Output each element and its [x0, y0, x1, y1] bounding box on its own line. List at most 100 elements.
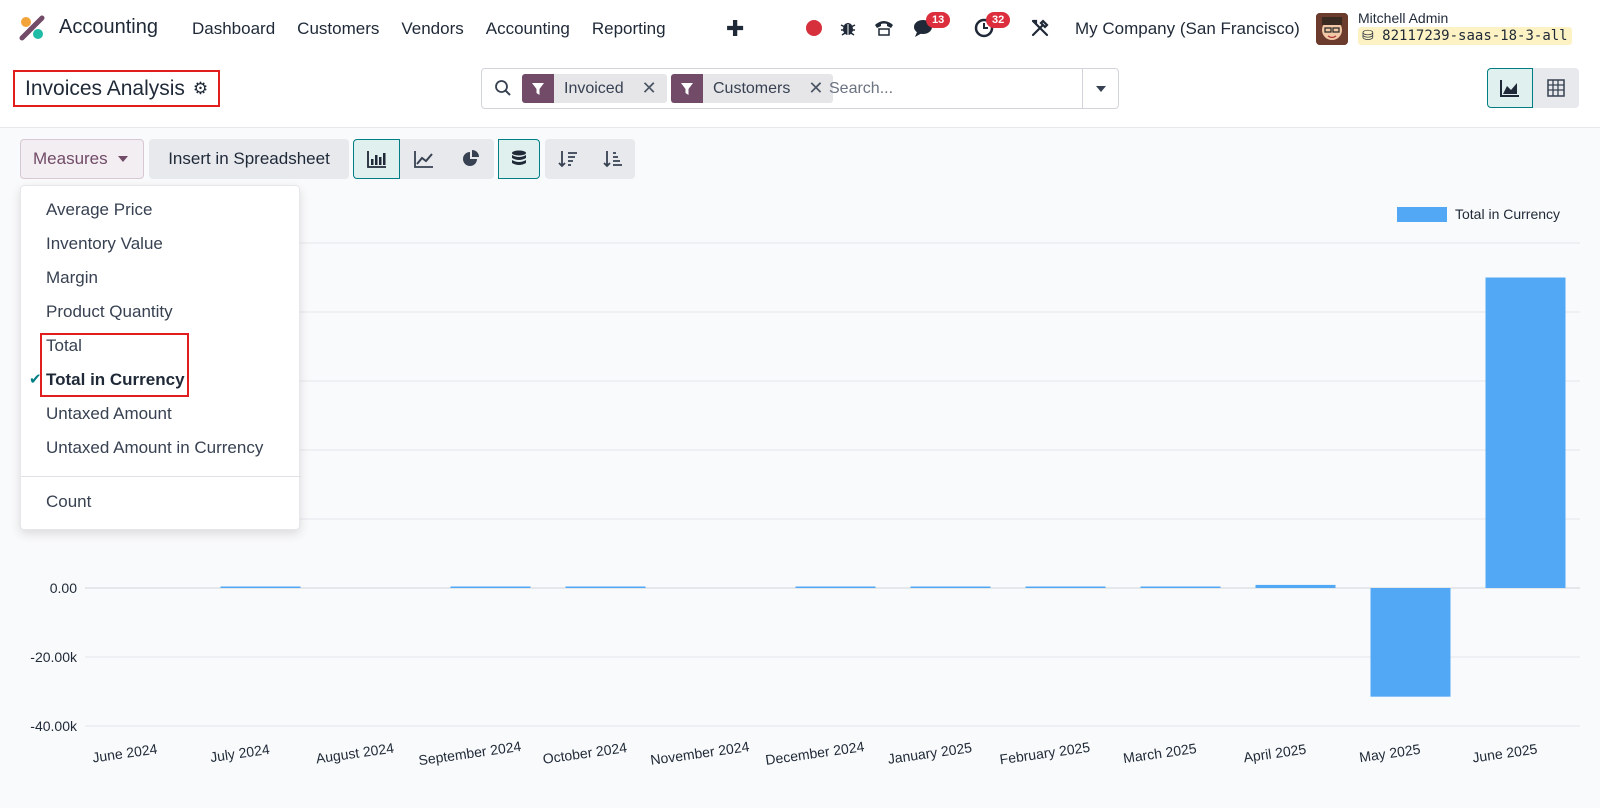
database-icon: ⛁: [1362, 28, 1374, 44]
database-name: ⛁ 82117239-saas-18-3-all: [1358, 27, 1572, 45]
search-options-toggle[interactable]: [1082, 69, 1118, 108]
filter-icon: [522, 74, 554, 103]
menu-customers[interactable]: Customers: [297, 19, 379, 39]
x-tick-label: November 2024: [649, 738, 750, 768]
user-name[interactable]: Mitchell Admin: [1358, 10, 1448, 26]
app-name[interactable]: Accounting: [59, 16, 158, 39]
measure-margin[interactable]: Margin: [21, 262, 301, 294]
x-tick-label: April 2025: [1242, 741, 1307, 766]
pie-chart-icon: [462, 150, 479, 166]
bar-chart-icon: [366, 151, 386, 168]
search-facet-invoiced: Invoiced ✕: [522, 74, 667, 103]
bar: [1025, 586, 1106, 588]
debug-bug-icon[interactable]: [834, 14, 862, 42]
y-tick-label: 0.00: [50, 580, 77, 596]
main-menu: Dashboard Customers Vendors Accounting R…: [192, 19, 688, 39]
measure-label: Untaxed Amount in Currency: [46, 438, 264, 457]
page-title-container: Invoices Analysis ⚙: [13, 70, 221, 107]
menu-dashboard[interactable]: Dashboard: [192, 19, 275, 39]
measure-untaxed-amount-in-currency[interactable]: Untaxed Amount in Currency: [21, 432, 301, 464]
insert-spreadsheet-button[interactable]: Insert in Spreadsheet: [149, 139, 349, 179]
pie-chart-button[interactable]: [447, 139, 494, 179]
plus-icon[interactable]: ✚: [726, 16, 744, 42]
measure-product-quantity[interactable]: Product Quantity: [21, 296, 301, 328]
caret-down-icon: [117, 156, 128, 162]
search-input[interactable]: [829, 77, 1069, 101]
remove-facet-icon[interactable]: ✕: [808, 78, 823, 99]
bar: [1255, 584, 1336, 588]
measure-inventory-value[interactable]: Inventory Value: [21, 228, 301, 260]
facet-label: Invoiced: [564, 79, 624, 97]
measure-label: Average Price: [46, 200, 153, 219]
graph-view-button[interactable]: [1487, 68, 1533, 108]
x-tick-label: October 2024: [542, 739, 628, 767]
x-tick-label: August 2024: [315, 740, 395, 767]
x-tick-label: January 2025: [887, 739, 973, 767]
activities-clock-icon[interactable]: 32: [970, 12, 1011, 42]
stacked-button[interactable]: [498, 139, 540, 179]
measure-untaxed-amount[interactable]: Untaxed Amount: [21, 398, 301, 430]
x-tick-label: May 2025: [1358, 741, 1421, 765]
pivot-view-button[interactable]: [1533, 68, 1579, 108]
caret-down-icon: [1095, 85, 1106, 92]
legend-swatch: [1397, 207, 1447, 222]
phone-icon[interactable]: [870, 14, 898, 42]
measures-button[interactable]: Measures: [20, 139, 144, 179]
chart-type-group: [353, 139, 494, 179]
activities-badge: 32: [986, 12, 1011, 28]
x-tick-label: June 2024: [91, 741, 158, 766]
x-tick-label: July 2024: [209, 741, 271, 765]
sort-ascending-icon: [602, 151, 622, 168]
remove-facet-icon[interactable]: ✕: [642, 78, 657, 99]
measure-average-price[interactable]: Average Price: [21, 194, 301, 226]
filter-icon: [671, 74, 703, 103]
x-tick-label: June 2025: [1471, 741, 1538, 766]
bar: [565, 586, 646, 588]
measure-label: Margin: [46, 268, 98, 287]
gear-icon[interactable]: ⚙: [193, 79, 208, 99]
y-tick-label: -20.00k: [30, 649, 78, 665]
line-chart-button[interactable]: [400, 139, 447, 179]
page-title: Invoices Analysis: [25, 76, 185, 100]
sort-descending-button[interactable]: [545, 139, 590, 179]
database-name-text: 82117239-saas-18-3-all: [1382, 28, 1568, 44]
x-tick-label: December 2024: [764, 738, 865, 768]
bar: [1370, 588, 1451, 697]
bar-chart-button[interactable]: [353, 139, 400, 179]
settings-tools-icon[interactable]: [1026, 14, 1054, 42]
accounting-app-icon[interactable]: [18, 14, 46, 42]
measure-label: Product Quantity: [46, 302, 173, 321]
user-avatar[interactable]: [1316, 13, 1348, 45]
company-switcher[interactable]: My Company (San Francisco): [1075, 19, 1300, 39]
y-tick-label: -40.00k: [30, 718, 78, 734]
menu-vendors[interactable]: Vendors: [401, 19, 463, 39]
menu-reporting[interactable]: Reporting: [592, 19, 666, 39]
messages-icon[interactable]: 13: [910, 12, 951, 42]
x-tick-label: March 2025: [1122, 740, 1198, 766]
record-icon[interactable]: [800, 14, 828, 42]
bar: [795, 586, 876, 588]
menu-accounting[interactable]: Accounting: [486, 19, 570, 39]
line-chart-icon: [413, 151, 433, 168]
facet-label: Customers: [713, 79, 791, 97]
measure-label: Inventory Value: [46, 234, 163, 253]
sort-group: [545, 139, 635, 179]
database-stack-icon: [512, 150, 526, 165]
search-icon[interactable]: [494, 79, 512, 102]
measure-label: Count: [46, 492, 92, 511]
dropdown-divider: [21, 476, 301, 477]
bar: [910, 586, 991, 588]
x-tick-label: September 2024: [417, 738, 522, 768]
search-bar: Invoiced ✕ Customers ✕: [481, 68, 1119, 109]
stacked-group: [498, 139, 540, 179]
search-facet-customers: Customers ✕: [671, 74, 834, 103]
sort-ascending-button[interactable]: [590, 139, 635, 179]
table-icon: [1547, 79, 1565, 97]
legend-label: Total in Currency: [1455, 206, 1560, 222]
view-switcher: [1487, 68, 1579, 108]
measure-count[interactable]: Count: [21, 486, 301, 518]
area-chart-icon: [1500, 80, 1519, 97]
insert-spreadsheet-label: Insert in Spreadsheet: [168, 149, 330, 168]
sort-descending-icon: [557, 151, 577, 168]
messages-badge: 13: [926, 12, 951, 28]
